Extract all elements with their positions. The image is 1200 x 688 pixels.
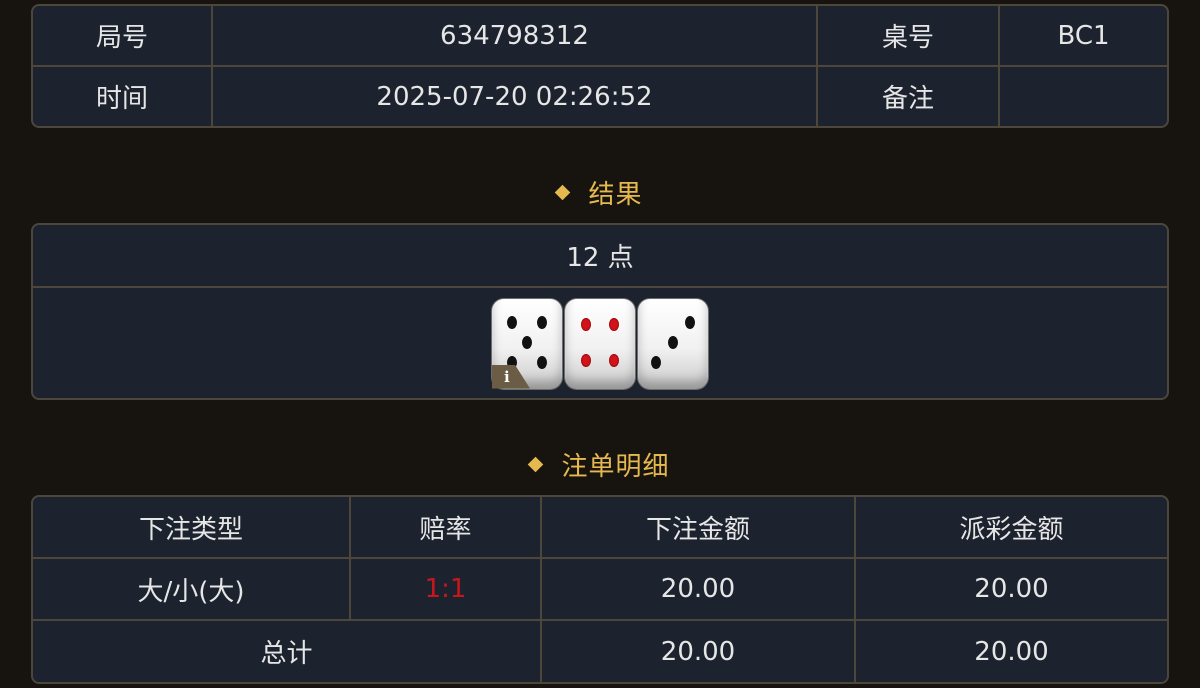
bet-type-cell: 大/小(大) [33, 559, 351, 619]
odds-cell: 1:1 [351, 559, 542, 619]
die-pip [668, 335, 678, 349]
die-pip [684, 315, 695, 329]
payout-amount-cell: 20.00 [974, 574, 1049, 604]
die-pip [537, 315, 548, 329]
remark-value [1000, 67, 1167, 126]
diamond-icon [555, 184, 571, 201]
result-table: 12 点 i [31, 223, 1169, 400]
info-icon-glyph: i [504, 367, 510, 386]
round-info-row-2: 时间 2025-07-20 02:26:52 备注 [33, 67, 1167, 126]
die-pip [522, 335, 532, 349]
die-pip [506, 315, 517, 329]
remark-label: 备注 [818, 67, 1000, 126]
header-odds: 赔率 [351, 497, 542, 557]
result-section-title: 结果 [0, 174, 1200, 211]
die-pip [581, 353, 591, 367]
die-3 [638, 298, 708, 389]
die-pip [609, 317, 619, 331]
table-header-row: 下注类型 赔率 下注金额 派彩金额 [33, 497, 1167, 559]
detail-section-title: 注单明细 [0, 446, 1200, 483]
total-payout-amount: 20.00 [974, 636, 1049, 667]
table-number-label: 桌号 [818, 6, 1000, 65]
total-label: 总计 [33, 621, 542, 682]
time-value: 2025-07-20 02:26:52 [213, 67, 818, 126]
round-number-value: 634798312 [213, 6, 818, 65]
round-number-label: 局号 [33, 6, 213, 65]
header-payout-amount: 派彩金额 [959, 514, 1064, 545]
result-points-row: 12 点 [33, 225, 1167, 288]
round-info-table: 局号 634798312 桌号 BC1 时间 2025-07-20 02:26:… [31, 4, 1169, 128]
detail-title-text: 注单明细 [561, 452, 670, 482]
bet-detail-table: 下注类型 赔率 下注金额 派彩金额 大/小(大) 1:1 20.00 20.00… [31, 495, 1169, 684]
dice-group: i [492, 298, 708, 389]
result-points: 12 点 [566, 243, 634, 273]
diamond-icon [528, 456, 544, 473]
header-bet-type: 下注类型 [33, 497, 351, 557]
die-pip [537, 355, 548, 369]
dice-row: i [33, 288, 1167, 398]
die-2 [565, 298, 635, 389]
time-label: 时间 [33, 67, 213, 126]
total-row: 总计 20.00 20.00 [33, 621, 1167, 682]
table-row: 大/小(大) 1:1 20.00 20.00 [33, 559, 1167, 621]
result-title-text: 结果 [588, 180, 643, 210]
header-bet-amount: 下注金额 [542, 497, 856, 557]
bet-amount-cell: 20.00 [542, 559, 856, 619]
total-bet-amount: 20.00 [542, 621, 856, 682]
table-number-value: BC1 [1057, 20, 1110, 51]
round-info-row-1: 局号 634798312 桌号 BC1 [33, 6, 1167, 67]
die-pip [651, 355, 662, 369]
die-pip [609, 353, 619, 367]
die-pip [581, 317, 591, 331]
